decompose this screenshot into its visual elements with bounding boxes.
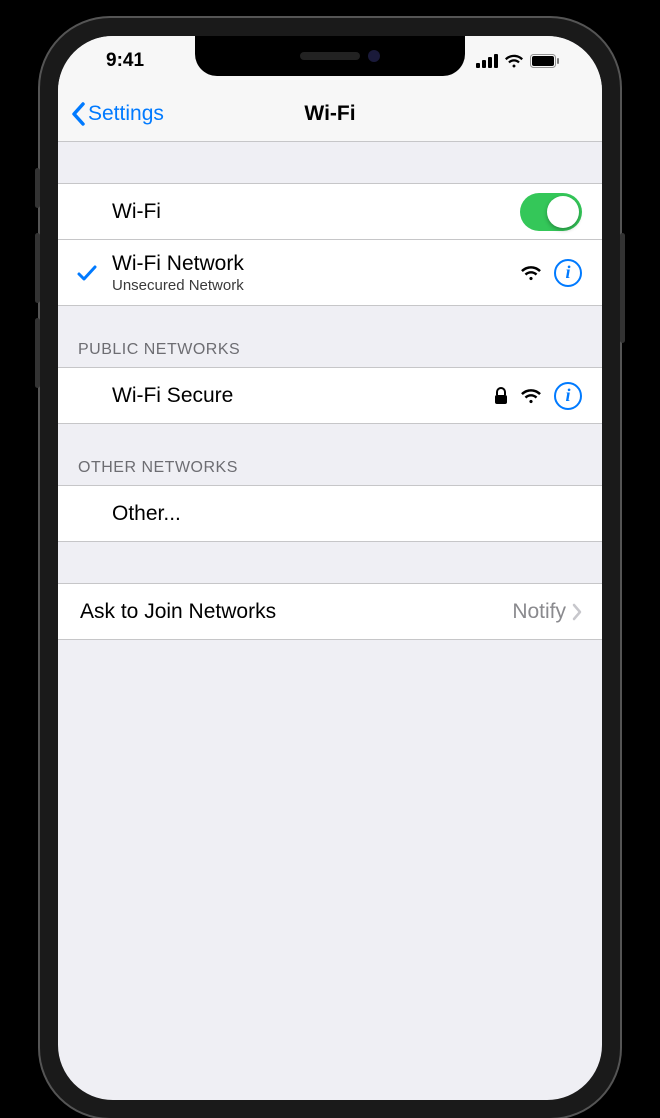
wifi-toggle-label: Wi-Fi [112, 200, 520, 224]
connected-network-row[interactable]: Wi-Fi Network Unsecured Network i [58, 240, 602, 306]
checkmark-icon [76, 262, 98, 284]
side-button [35, 168, 40, 208]
wifi-icon [504, 54, 524, 68]
other-label: Other... [112, 502, 582, 526]
connected-network-name: Wi-Fi Network [112, 252, 520, 276]
wifi-signal-icon [520, 265, 542, 281]
wifi-signal-icon [520, 388, 542, 404]
public-networks-header: PUBLIC NETWORKS [58, 306, 602, 368]
side-button [35, 233, 40, 303]
chevron-right-icon [572, 603, 582, 621]
device-frame: 9:41 Settings Wi-Fi [40, 18, 620, 1118]
ask-to-join-label: Ask to Join Networks [80, 600, 512, 624]
notch [195, 36, 465, 76]
other-networks-header: OTHER NETWORKS [58, 424, 602, 486]
info-button[interactable]: i [554, 259, 582, 287]
section-spacer [58, 142, 602, 184]
back-button[interactable]: Settings [70, 102, 164, 126]
other-network-row[interactable]: Other... [58, 486, 602, 542]
wifi-toggle[interactable] [520, 193, 582, 231]
lock-icon [494, 387, 508, 405]
ask-to-join-row[interactable]: Ask to Join Networks Notify [58, 584, 602, 640]
ask-to-join-value: Notify [512, 600, 566, 624]
nav-bar: Settings Wi-Fi [58, 86, 602, 142]
screen: 9:41 Settings Wi-Fi [58, 36, 602, 1100]
toggle-knob [547, 196, 579, 228]
wifi-toggle-row: Wi-Fi [58, 184, 602, 240]
battery-icon [530, 54, 560, 68]
cellular-icon [476, 54, 498, 68]
info-button[interactable]: i [554, 382, 582, 410]
page-title: Wi-Fi [304, 102, 355, 126]
side-button [620, 233, 625, 343]
network-row[interactable]: Wi-Fi Secure i [58, 368, 602, 424]
back-label: Settings [88, 102, 164, 126]
chevron-left-icon [70, 102, 86, 126]
network-name: Wi-Fi Secure [112, 384, 494, 408]
connected-network-subtitle: Unsecured Network [112, 277, 520, 294]
side-button [35, 318, 40, 388]
section-spacer [58, 542, 602, 584]
